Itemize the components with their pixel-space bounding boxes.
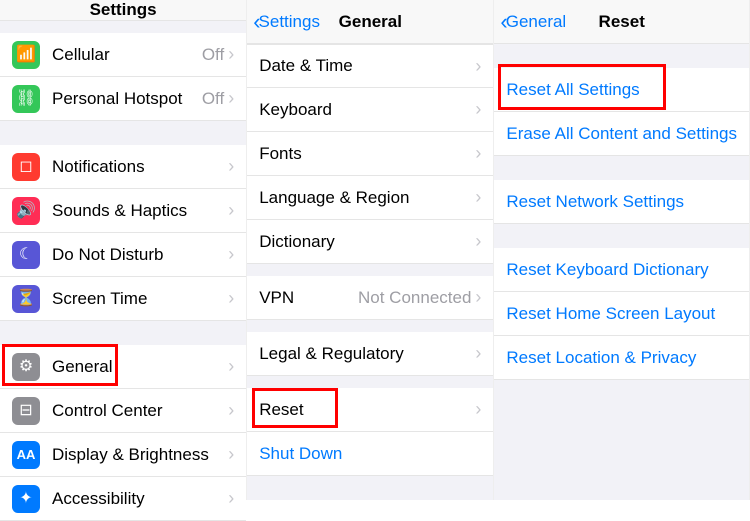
row-fonts[interactable]: Fonts › [247, 132, 493, 176]
row-control-center[interactable]: ⊟ Control Center › [0, 389, 246, 433]
row-shutdown[interactable]: Shut Down [247, 432, 493, 476]
back-label: General [506, 12, 566, 32]
row-reset-all[interactable]: Reset All Settings [494, 68, 749, 112]
row-accessibility[interactable]: ✦ Accessibility › [0, 477, 246, 521]
row-notifications[interactable]: ◻ Notifications › [0, 145, 246, 189]
row-cellular[interactable]: 📶 Cellular Off › [0, 33, 246, 77]
row-reset-location[interactable]: Reset Location & Privacy [494, 336, 749, 380]
detail: Not Connected [358, 288, 471, 308]
settings-header: Settings [0, 0, 246, 21]
row-reset-network[interactable]: Reset Network Settings [494, 180, 749, 224]
label: Reset All Settings [506, 80, 737, 100]
label: Reset Keyboard Dictionary [506, 260, 737, 280]
row-sounds[interactable]: 🔊 Sounds & Haptics › [0, 189, 246, 233]
label: Notifications [52, 157, 228, 177]
settings-title: Settings [90, 0, 157, 20]
chevron-right-icon: › [475, 343, 481, 364]
chevron-right-icon: › [475, 399, 481, 420]
label: Reset Location & Privacy [506, 348, 737, 368]
label: Reset Home Screen Layout [506, 304, 737, 324]
label: Sounds & Haptics [52, 201, 228, 221]
reset-list: Reset All Settings Erase All Content and… [494, 44, 749, 404]
row-reset[interactable]: Reset › [247, 388, 493, 432]
chevron-right-icon: › [475, 231, 481, 252]
chevron-right-icon: › [228, 400, 234, 421]
label: Reset Network Settings [506, 192, 737, 212]
row-keyboard[interactable]: Keyboard › [247, 88, 493, 132]
accessibility-icon: ✦ [12, 485, 40, 513]
label: Keyboard [259, 100, 475, 120]
chevron-right-icon: › [228, 244, 234, 265]
gear-icon: ⚙ [12, 353, 40, 381]
chevron-right-icon: › [228, 488, 234, 509]
label: VPN [259, 288, 358, 308]
row-dnd[interactable]: ☾ Do Not Disturb › [0, 233, 246, 277]
row-hotspot[interactable]: ⛓ Personal Hotspot Off › [0, 77, 246, 121]
row-general[interactable]: ⚙ General › [0, 345, 246, 389]
label: Language & Region [259, 188, 475, 208]
row-datetime[interactable]: Date & Time › [247, 44, 493, 88]
back-label: Settings [259, 12, 320, 32]
chevron-right-icon: › [228, 156, 234, 177]
general-list: Date & Time › Keyboard › Fonts › Languag… [247, 44, 493, 476]
row-reset-home[interactable]: Reset Home Screen Layout [494, 292, 749, 336]
label: Erase All Content and Settings [506, 124, 737, 144]
row-language[interactable]: Language & Region › [247, 176, 493, 220]
detail: Off [202, 89, 224, 109]
speaker-icon: 🔊 [12, 197, 40, 225]
chevron-right-icon: › [475, 143, 481, 164]
general-title: General [339, 12, 402, 32]
toggles-icon: ⊟ [12, 397, 40, 425]
row-reset-keyboard[interactable]: Reset Keyboard Dictionary [494, 248, 749, 292]
label: Cellular [52, 45, 202, 65]
chevron-right-icon: › [228, 88, 234, 109]
reset-title: Reset [599, 12, 645, 32]
link-icon: ⛓ [12, 85, 40, 113]
label: Display & Brightness [52, 445, 228, 465]
row-erase-all[interactable]: Erase All Content and Settings [494, 112, 749, 156]
label: Dictionary [259, 232, 475, 252]
general-pane: ‹ Settings General Date & Time › Keyboar… [247, 0, 494, 500]
chevron-right-icon: › [475, 56, 481, 77]
back-to-settings[interactable]: ‹ Settings [253, 11, 320, 33]
moon-icon: ☾ [12, 241, 40, 269]
row-dictionary[interactable]: Dictionary › [247, 220, 493, 264]
text-size-icon: AA [12, 441, 40, 469]
reset-pane: ‹ General Reset Reset All Settings Erase… [494, 0, 750, 500]
row-screentime[interactable]: ⏳ Screen Time › [0, 277, 246, 321]
label: General [52, 357, 228, 377]
label: Reset [259, 400, 475, 420]
chevron-right-icon: › [475, 99, 481, 120]
hourglass-icon: ⏳ [12, 285, 40, 313]
row-display[interactable]: AA Display & Brightness › [0, 433, 246, 477]
settings-pane: Settings 📶 Cellular Off › ⛓ Personal Hot… [0, 0, 247, 500]
chevron-right-icon: › [228, 200, 234, 221]
label: Accessibility [52, 489, 228, 509]
label: Date & Time [259, 56, 475, 76]
label: Legal & Regulatory [259, 344, 475, 364]
row-vpn[interactable]: VPN Not Connected › [247, 276, 493, 320]
label: Fonts [259, 144, 475, 164]
chevron-right-icon: › [228, 444, 234, 465]
chevron-right-icon: › [475, 287, 481, 308]
label: Do Not Disturb [52, 245, 228, 265]
chevron-right-icon: › [475, 187, 481, 208]
label: Shut Down [259, 444, 481, 464]
chevron-right-icon: › [228, 44, 234, 65]
notifications-icon: ◻ [12, 153, 40, 181]
chevron-right-icon: › [228, 356, 234, 377]
general-header: ‹ Settings General [247, 0, 493, 44]
back-to-general[interactable]: ‹ General [500, 11, 566, 33]
label: Screen Time [52, 289, 228, 309]
settings-list: 📶 Cellular Off › ⛓ Personal Hotspot Off … [0, 21, 246, 521]
detail: Off [202, 45, 224, 65]
antenna-icon: 📶 [12, 41, 40, 69]
label: Personal Hotspot [52, 89, 202, 109]
reset-header: ‹ General Reset [494, 0, 749, 44]
row-legal[interactable]: Legal & Regulatory › [247, 332, 493, 376]
chevron-right-icon: › [228, 288, 234, 309]
label: Control Center [52, 401, 228, 421]
